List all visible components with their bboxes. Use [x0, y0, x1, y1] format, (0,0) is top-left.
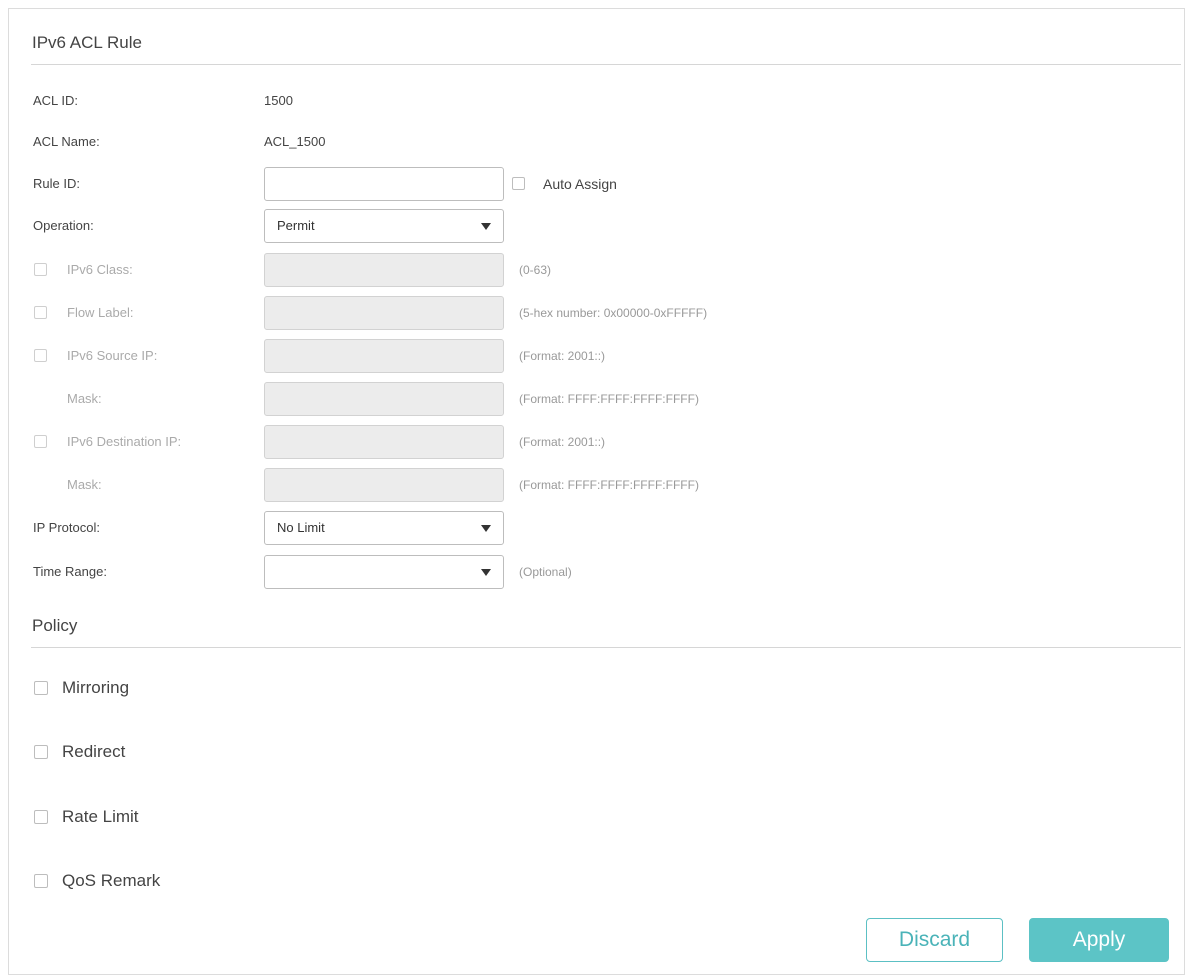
ipv6-class-label: IPv6 Class: — [67, 262, 133, 277]
mirroring-label: Mirroring — [62, 678, 130, 697]
ip-protocol-label: IP Protocol: — [33, 520, 100, 535]
mirroring-checkbox-box[interactable] — [34, 681, 48, 695]
row-operation: Operation: Permit — [9, 209, 1186, 243]
source-ip-input[interactable] — [264, 339, 504, 373]
time-range-hint: (Optional) — [519, 565, 572, 579]
row-ip-protocol: IP Protocol: No Limit — [9, 511, 1186, 545]
auto-assign-label: Auto Assign — [543, 176, 617, 192]
rule-id-label: Rule ID: — [33, 176, 80, 191]
operation-label: Operation: — [33, 218, 94, 233]
ip-protocol-select[interactable]: No Limit — [264, 511, 504, 545]
row-time-range: Time Range: (Optional) — [9, 555, 1186, 589]
dest-ip-checkbox[interactable] — [34, 435, 47, 448]
policy-mirroring-checkbox[interactable]: Mirroring — [9, 673, 409, 703]
row-rule-id: Rule ID: Auto Assign — [9, 167, 1186, 201]
source-mask-input[interactable] — [264, 382, 504, 416]
operation-select[interactable]: Permit — [264, 209, 504, 243]
time-range-label: Time Range: — [33, 564, 107, 579]
dest-ip-input[interactable] — [264, 425, 504, 459]
rate-limit-checkbox-box[interactable] — [34, 810, 48, 824]
flow-label-hint: (5-hex number: 0x00000-0xFFFFF) — [519, 306, 708, 320]
flow-label-checkbox[interactable] — [34, 306, 47, 319]
acl-rule-panel: IPv6 ACL Rule ACL ID: 1500 ACL Name: ACL… — [8, 8, 1185, 975]
dest-mask-input[interactable] — [264, 468, 504, 502]
auto-assign-checkbox-box[interactable] — [512, 177, 525, 190]
row-acl-id: ACL ID: 1500 — [9, 84, 1186, 118]
dest-mask-hint: (Format: FFFF:FFFF:FFFF:FFFF) — [519, 478, 699, 492]
row-dest-mask: Mask: (Format: FFFF:FFFF:FFFF:FFFF) — [9, 468, 1186, 502]
acl-id-value: 1500 — [264, 93, 293, 108]
rate-limit-label: Rate Limit — [62, 807, 139, 826]
flow-label-input[interactable] — [264, 296, 504, 330]
source-ip-hint: (Format: 2001::) — [519, 349, 606, 363]
section-title-policy: Policy — [32, 616, 78, 635]
rule-id-input[interactable] — [264, 167, 504, 201]
qos-remark-label: QoS Remark — [62, 871, 161, 890]
dest-mask-label: Mask: — [67, 477, 102, 492]
redirect-label: Redirect — [62, 742, 126, 761]
section-title-ipv6-acl-rule: IPv6 ACL Rule — [32, 33, 142, 52]
ipv6-class-input[interactable] — [264, 253, 504, 287]
row-dest-ip: IPv6 Destination IP: (Format: 2001::) — [9, 425, 1186, 459]
source-mask-label: Mask: — [67, 391, 102, 406]
dest-ip-label: IPv6 Destination IP: — [67, 434, 182, 449]
source-ip-checkbox[interactable] — [34, 349, 47, 362]
redirect-checkbox-box[interactable] — [34, 745, 48, 759]
dest-ip-hint: (Format: 2001::) — [519, 435, 606, 449]
row-acl-name: ACL Name: ACL_1500 — [9, 125, 1186, 159]
row-source-ip: IPv6 Source IP: (Format: 2001::) — [9, 339, 1186, 373]
acl-name-value: ACL_1500 — [264, 134, 326, 149]
operation-select-value: Permit — [277, 218, 315, 233]
row-source-mask: Mask: (Format: FFFF:FFFF:FFFF:FFFF) — [9, 382, 1186, 416]
policy-redirect-checkbox[interactable]: Redirect — [9, 737, 409, 767]
acl-id-label: ACL ID: — [33, 93, 79, 108]
row-flow-label: Flow Label: (5-hex number: 0x00000-0xFFF… — [9, 296, 1186, 330]
policy-qos-remark-checkbox[interactable]: QoS Remark — [9, 866, 409, 896]
source-ip-label: IPv6 Source IP: — [67, 348, 158, 363]
section-divider — [31, 647, 1181, 648]
flow-label-label: Flow Label: — [67, 305, 134, 320]
row-ipv6-class: IPv6 Class: (0-63) — [9, 253, 1186, 287]
source-mask-hint: (Format: FFFF:FFFF:FFFF:FFFF) — [519, 392, 699, 406]
chevron-down-icon — [481, 569, 491, 576]
ip-protocol-select-value: No Limit — [277, 520, 325, 535]
time-range-select[interactable] — [264, 555, 504, 589]
chevron-down-icon — [481, 223, 491, 230]
discard-button[interactable]: Discard — [866, 918, 1003, 962]
qos-remark-checkbox-box[interactable] — [34, 874, 48, 888]
ipv6-class-hint: (0-63) — [519, 263, 552, 277]
policy-rate-limit-checkbox[interactable]: Rate Limit — [9, 802, 409, 832]
chevron-down-icon — [481, 525, 491, 532]
acl-name-label: ACL Name: — [33, 134, 100, 149]
apply-button[interactable]: Apply — [1029, 918, 1169, 962]
ipv6-class-checkbox[interactable] — [34, 263, 47, 276]
section-divider — [31, 64, 1181, 65]
